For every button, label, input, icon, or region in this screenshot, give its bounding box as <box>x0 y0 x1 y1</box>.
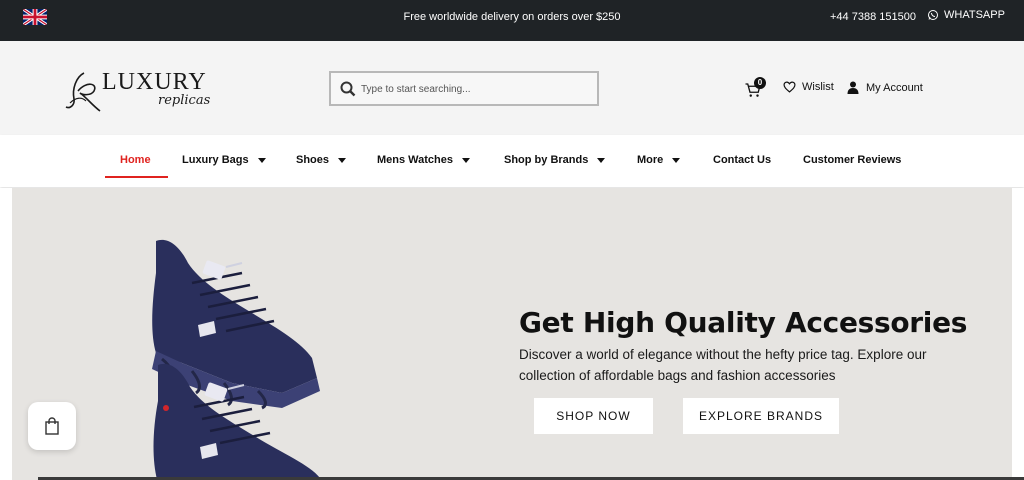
active-nav-underline <box>105 176 168 178</box>
nav-item-mens-watches[interactable]: Mens Watches <box>377 154 471 166</box>
nav-item-shoes[interactable]: Shoes <box>296 154 347 166</box>
cart-button[interactable]: 0 <box>744 77 766 101</box>
caret-down-icon <box>672 157 681 163</box>
floating-cart-button[interactable] <box>28 402 76 450</box>
nav-item-label: Shoes <box>296 154 330 166</box>
nav-item-home[interactable]: Home <box>120 154 151 166</box>
nav-item-customer-reviews[interactable]: Customer Reviews <box>803 154 901 166</box>
nav-item-label: More <box>637 154 664 166</box>
shop-now-button[interactable]: SHOP NOW <box>534 398 653 434</box>
site-header: LUXURY replicas 0 Wislist My Account <box>0 41 1024 135</box>
main-navigation: Home Luxury Bags Shoes Mens Watches Shop… <box>0 135 1024 187</box>
nav-item-label: Shop by Brands <box>504 154 589 166</box>
wishlist-link[interactable]: Wislist <box>783 81 834 93</box>
whatsapp-icon <box>928 10 938 20</box>
cart-count-badge: 0 <box>754 77 766 89</box>
hero-banner: Get High Quality Accessories Discover a … <box>12 188 1012 480</box>
caret-down-icon <box>597 157 606 163</box>
logo-wordmark: LUXURY <box>102 69 207 95</box>
nav-item-shop-by-brands[interactable]: Shop by Brands <box>504 154 606 166</box>
nav-item-label: Customer Reviews <box>803 154 902 166</box>
search-icon <box>340 81 356 97</box>
hero-title: Get High Quality Accessories <box>519 306 968 339</box>
page-margin-right <box>1012 188 1024 480</box>
sneakers-image <box>152 239 321 480</box>
nav-item-label: Luxury Bags <box>182 154 249 166</box>
nav-item-luxury-bags[interactable]: Luxury Bags <box>182 154 266 166</box>
whatsapp-link[interactable]: WHATSAPP <box>927 9 1005 21</box>
search-input[interactable] <box>361 80 591 98</box>
heart-icon <box>783 81 796 93</box>
hero-subtitle: Discover a world of elegance without the… <box>519 347 927 383</box>
wishlist-label: Wislist <box>802 81 834 93</box>
caret-down-icon <box>338 157 347 163</box>
luxury-replicas-logo[interactable]: LUXURY replicas <box>64 67 234 117</box>
nav-item-more[interactable]: More <box>637 154 681 166</box>
phone-number[interactable]: +44 7388 151500 <box>830 11 916 23</box>
caret-down-icon <box>257 157 266 163</box>
user-icon <box>847 81 859 94</box>
logo-script-text: replicas <box>158 93 211 108</box>
my-account-link[interactable]: My Account <box>847 81 923 94</box>
nav-item-label: Home <box>120 154 151 166</box>
my-account-label: My Account <box>866 81 923 94</box>
caret-down-icon <box>462 157 471 163</box>
nav-item-label: Mens Watches <box>377 154 454 166</box>
search-box[interactable] <box>329 71 599 106</box>
nav-item-label: Contact Us <box>713 154 772 166</box>
whatsapp-label: WHATSAPP <box>944 9 1005 21</box>
nav-item-contact-us[interactable]: Contact Us <box>713 154 771 166</box>
top-bar: Free worldwide delivery on orders over $… <box>0 0 1024 41</box>
page-margin-left <box>0 188 12 480</box>
explore-brands-button[interactable]: EXPLORE BRANDS <box>683 398 839 434</box>
shopping-bag-icon <box>45 417 59 435</box>
